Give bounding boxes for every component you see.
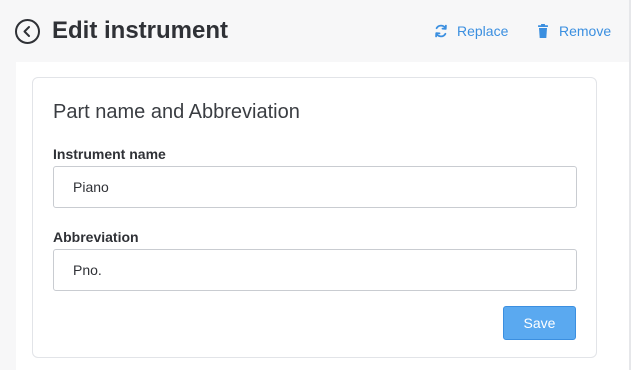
page-title: Edit instrument [52,17,229,44]
content-panel: Part name and Abbreviation Instrument na… [16,62,631,370]
replace-button[interactable]: Replace [433,22,508,40]
instrument-form-card: Part name and Abbreviation Instrument na… [32,77,597,358]
refresh-icon [435,24,447,38]
card-title: Part name and Abbreviation [53,101,300,123]
instrument-name-input[interactable] [53,166,577,208]
abbreviation-label: Abbreviation [53,229,139,245]
back-arrow-icon [23,26,30,37]
instrument-name-label: Instrument name [53,146,166,162]
abbreviation-input[interactable] [53,249,577,291]
remove-button[interactable]: Remove [535,22,611,40]
trash-icon [538,24,548,38]
page-header: Edit instrument Replace Remove [0,0,631,62]
replace-label: Replace [457,23,509,39]
remove-label: Remove [559,23,612,39]
back-button[interactable] [15,19,40,44]
save-button[interactable]: Save [503,306,576,340]
